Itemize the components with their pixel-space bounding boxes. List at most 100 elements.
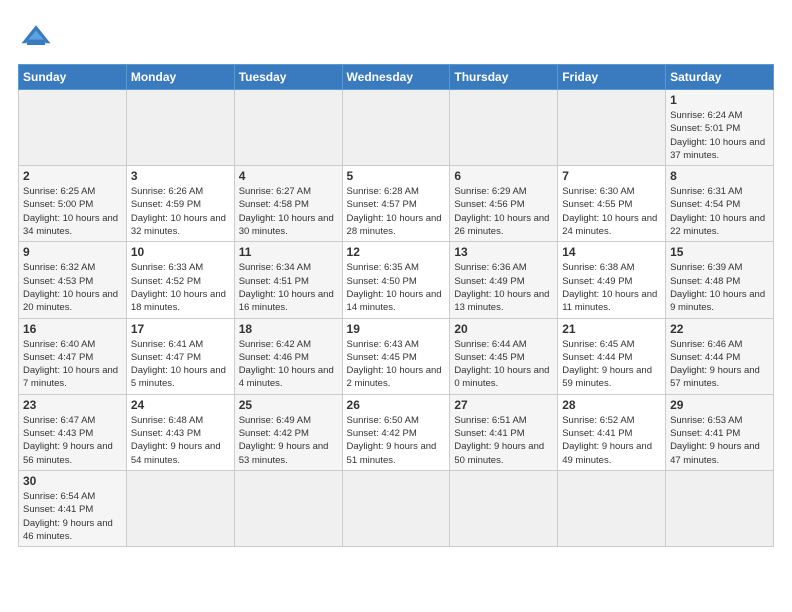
day-cell: 28Sunrise: 6:52 AM Sunset: 4:41 PM Dayli… xyxy=(558,394,666,470)
day-info: Sunrise: 6:54 AM Sunset: 4:41 PM Dayligh… xyxy=(23,490,122,543)
day-number: 22 xyxy=(670,322,769,336)
day-number: 27 xyxy=(454,398,553,412)
day-info: Sunrise: 6:30 AM Sunset: 4:55 PM Dayligh… xyxy=(562,185,661,238)
day-cell: 16 Sunrise: 6:40 AM Sunset: 4:47 PM Dayli… xyxy=(19,318,127,394)
day-cell: 2Sunrise: 6:25 AM Sunset: 5:00 PM Daylig… xyxy=(19,166,127,242)
day-cell: 3Sunrise: 6:26 AM Sunset: 4:59 PM Daylig… xyxy=(126,166,234,242)
day-cell: 17 Sunrise: 6:41 AM Sunset: 4:47 PM Dayli… xyxy=(126,318,234,394)
day-number: 17 xyxy=(131,322,230,336)
page: SundayMondayTuesdayWednesdayThursdayFrid… xyxy=(0,0,792,557)
day-info: Sunrise: 6:27 AM Sunset: 4:58 PM Dayligh… xyxy=(239,185,338,238)
day-info: Sunrise: 6:51 AM Sunset: 4:41 PM Dayligh… xyxy=(454,414,553,467)
day-cell: 27 Sunrise: 6:51 AM Sunset: 4:41 PM Dayli… xyxy=(450,394,558,470)
header-cell-sunday: Sunday xyxy=(19,65,127,90)
day-info: Sunrise: 6:50 AM Sunset: 4:42 PM Dayligh… xyxy=(347,414,446,467)
day-cell: 8 Sunrise: 6:31 AM Sunset: 4:54 PM Daylig… xyxy=(666,166,774,242)
day-cell: 9 Sunrise: 6:32 AM Sunset: 4:53 PM Daylig… xyxy=(19,242,127,318)
calendar-table: SundayMondayTuesdayWednesdayThursdayFrid… xyxy=(18,64,774,547)
day-number: 19 xyxy=(347,322,446,336)
day-cell xyxy=(342,470,450,546)
day-cell xyxy=(558,90,666,166)
day-info: Sunrise: 6:24 AM Sunset: 5:01 PM Dayligh… xyxy=(670,109,769,162)
day-cell xyxy=(126,90,234,166)
day-number: 13 xyxy=(454,245,553,259)
day-number: 15 xyxy=(670,245,769,259)
week-row-5: 30 Sunrise: 6:54 AM Sunset: 4:41 PM Dayli… xyxy=(19,470,774,546)
day-number: 5 xyxy=(347,169,446,183)
day-number: 25 xyxy=(239,398,338,412)
week-row-0: 1 Sunrise: 6:24 AM Sunset: 5:01 PM Daylig… xyxy=(19,90,774,166)
day-info: Sunrise: 6:47 AM Sunset: 4:43 PM Dayligh… xyxy=(23,414,122,467)
week-row-3: 16 Sunrise: 6:40 AM Sunset: 4:47 PM Dayli… xyxy=(19,318,774,394)
logo xyxy=(18,18,58,54)
day-number: 11 xyxy=(239,245,338,259)
day-number: 14 xyxy=(562,245,661,259)
day-cell xyxy=(450,470,558,546)
header-cell-saturday: Saturday xyxy=(666,65,774,90)
week-row-1: 2Sunrise: 6:25 AM Sunset: 5:00 PM Daylig… xyxy=(19,166,774,242)
day-info: Sunrise: 6:52 AM Sunset: 4:41 PM Dayligh… xyxy=(562,414,661,467)
day-number: 20 xyxy=(454,322,553,336)
day-info: Sunrise: 6:33 AM Sunset: 4:52 PM Dayligh… xyxy=(131,261,230,314)
header-cell-friday: Friday xyxy=(558,65,666,90)
day-number: 24 xyxy=(131,398,230,412)
day-cell: 23 Sunrise: 6:47 AM Sunset: 4:43 PM Dayli… xyxy=(19,394,127,470)
day-info: Sunrise: 6:39 AM Sunset: 4:48 PM Dayligh… xyxy=(670,261,769,314)
day-info: Sunrise: 6:32 AM Sunset: 4:53 PM Dayligh… xyxy=(23,261,122,314)
day-info: Sunrise: 6:28 AM Sunset: 4:57 PM Dayligh… xyxy=(347,185,446,238)
day-cell xyxy=(234,90,342,166)
day-number: 18 xyxy=(239,322,338,336)
day-number: 10 xyxy=(131,245,230,259)
header-cell-monday: Monday xyxy=(126,65,234,90)
day-cell: 29Sunrise: 6:53 AM Sunset: 4:41 PM Dayli… xyxy=(666,394,774,470)
day-number: 23 xyxy=(23,398,122,412)
day-info: Sunrise: 6:35 AM Sunset: 4:50 PM Dayligh… xyxy=(347,261,446,314)
day-info: Sunrise: 6:49 AM Sunset: 4:42 PM Dayligh… xyxy=(239,414,338,467)
day-cell xyxy=(450,90,558,166)
day-number: 4 xyxy=(239,169,338,183)
day-cell: 13Sunrise: 6:36 AM Sunset: 4:49 PM Dayli… xyxy=(450,242,558,318)
day-number: 26 xyxy=(347,398,446,412)
day-cell: 24 Sunrise: 6:48 AM Sunset: 4:43 PM Dayli… xyxy=(126,394,234,470)
day-info: Sunrise: 6:41 AM Sunset: 4:47 PM Dayligh… xyxy=(131,338,230,391)
day-number: 8 xyxy=(670,169,769,183)
day-info: Sunrise: 6:40 AM Sunset: 4:47 PM Dayligh… xyxy=(23,338,122,391)
header xyxy=(18,18,774,54)
header-cell-tuesday: Tuesday xyxy=(234,65,342,90)
day-cell: 19 Sunrise: 6:43 AM Sunset: 4:45 PM Dayli… xyxy=(342,318,450,394)
day-number: 6 xyxy=(454,169,553,183)
day-cell: 7 Sunrise: 6:30 AM Sunset: 4:55 PM Daylig… xyxy=(558,166,666,242)
day-number: 30 xyxy=(23,474,122,488)
header-row: SundayMondayTuesdayWednesdayThursdayFrid… xyxy=(19,65,774,90)
day-info: Sunrise: 6:31 AM Sunset: 4:54 PM Dayligh… xyxy=(670,185,769,238)
day-cell: 11Sunrise: 6:34 AM Sunset: 4:51 PM Dayli… xyxy=(234,242,342,318)
day-cell: 12 Sunrise: 6:35 AM Sunset: 4:50 PM Dayli… xyxy=(342,242,450,318)
day-info: Sunrise: 6:29 AM Sunset: 4:56 PM Dayligh… xyxy=(454,185,553,238)
day-number: 1 xyxy=(670,93,769,107)
day-cell xyxy=(234,470,342,546)
day-number: 12 xyxy=(347,245,446,259)
day-number: 21 xyxy=(562,322,661,336)
day-number: 9 xyxy=(23,245,122,259)
day-info: Sunrise: 6:44 AM Sunset: 4:45 PM Dayligh… xyxy=(454,338,553,391)
day-cell: 22Sunrise: 6:46 AM Sunset: 4:44 PM Dayli… xyxy=(666,318,774,394)
day-info: Sunrise: 6:26 AM Sunset: 4:59 PM Dayligh… xyxy=(131,185,230,238)
day-cell xyxy=(126,470,234,546)
day-info: Sunrise: 6:45 AM Sunset: 4:44 PM Dayligh… xyxy=(562,338,661,391)
day-cell: 1 Sunrise: 6:24 AM Sunset: 5:01 PM Daylig… xyxy=(666,90,774,166)
day-cell: 4 Sunrise: 6:27 AM Sunset: 4:58 PM Daylig… xyxy=(234,166,342,242)
week-row-4: 23 Sunrise: 6:47 AM Sunset: 4:43 PM Dayli… xyxy=(19,394,774,470)
day-cell: 20 Sunrise: 6:44 AM Sunset: 4:45 PM Dayli… xyxy=(450,318,558,394)
day-cell: 10 Sunrise: 6:33 AM Sunset: 4:52 PM Dayli… xyxy=(126,242,234,318)
day-info: Sunrise: 6:43 AM Sunset: 4:45 PM Dayligh… xyxy=(347,338,446,391)
day-cell: 5 Sunrise: 6:28 AM Sunset: 4:57 PM Daylig… xyxy=(342,166,450,242)
day-cell: 18Sunrise: 6:42 AM Sunset: 4:46 PM Dayli… xyxy=(234,318,342,394)
day-info: Sunrise: 6:48 AM Sunset: 4:43 PM Dayligh… xyxy=(131,414,230,467)
day-cell: 26 Sunrise: 6:50 AM Sunset: 4:42 PM Dayli… xyxy=(342,394,450,470)
day-cell: 21 Sunrise: 6:45 AM Sunset: 4:44 PM Dayli… xyxy=(558,318,666,394)
day-number: 16 xyxy=(23,322,122,336)
day-cell: 15 Sunrise: 6:39 AM Sunset: 4:48 PM Dayli… xyxy=(666,242,774,318)
day-info: Sunrise: 6:38 AM Sunset: 4:49 PM Dayligh… xyxy=(562,261,661,314)
day-cell xyxy=(558,470,666,546)
day-number: 7 xyxy=(562,169,661,183)
